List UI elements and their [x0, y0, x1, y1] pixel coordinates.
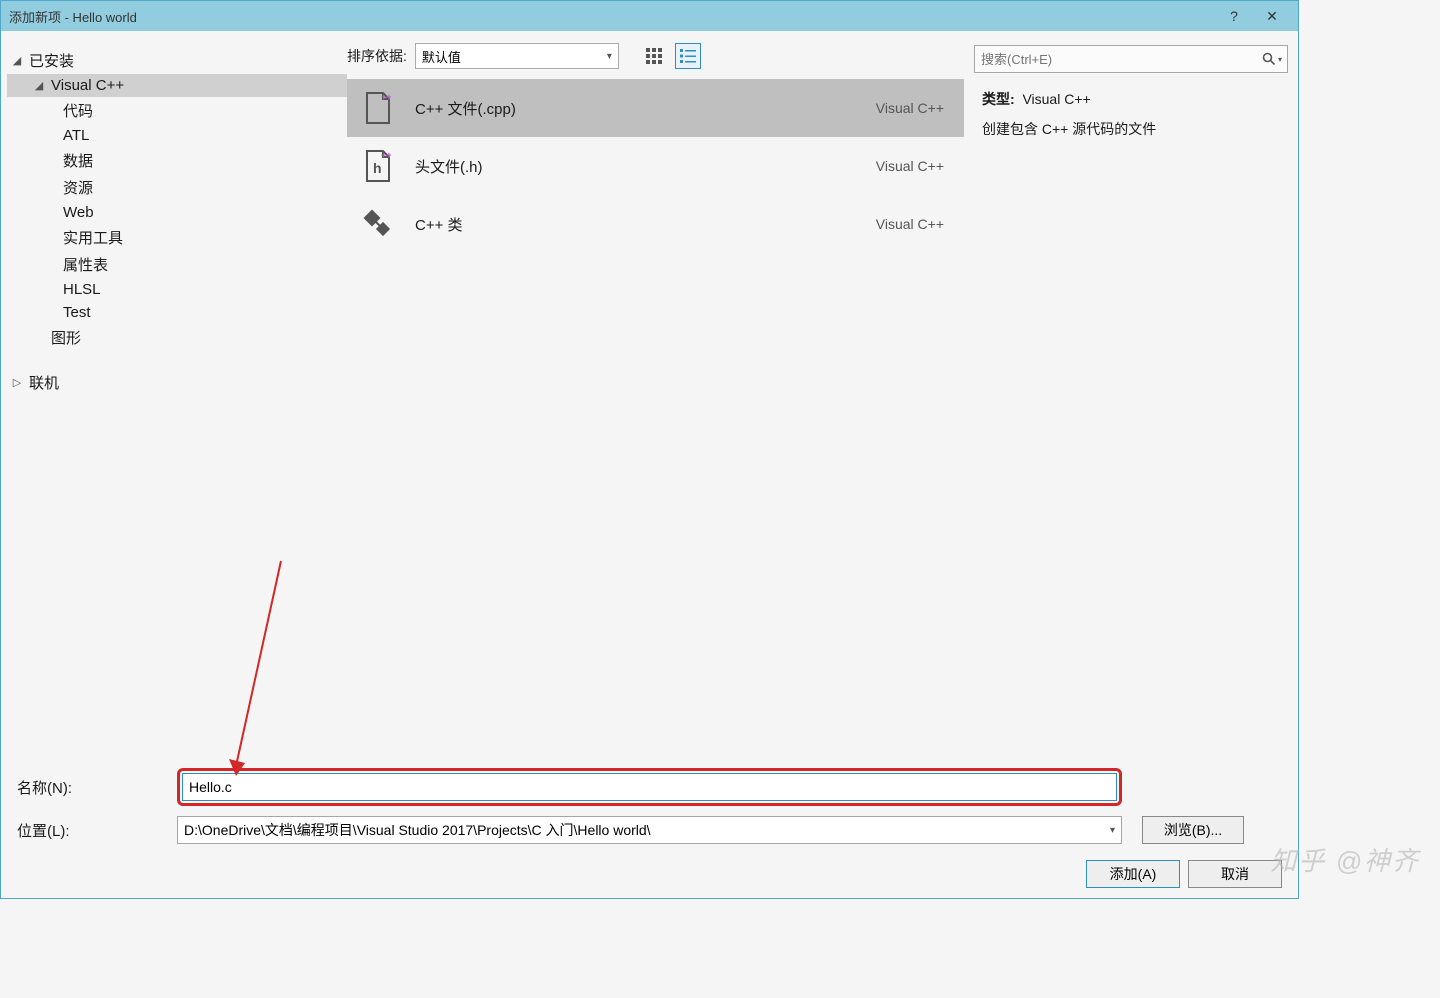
tree-label: 图形	[51, 327, 81, 348]
svg-text:++: ++	[381, 92, 392, 102]
add-button[interactable]: 添加(A)	[1086, 860, 1180, 888]
template-label: 头文件(.h)	[415, 156, 856, 177]
template-label: C++ 类	[415, 214, 856, 235]
search-input[interactable]	[981, 52, 1261, 67]
chevron-down-icon	[33, 79, 45, 92]
location-input[interactable]: D:\OneDrive\文档\编程项目\Visual Studio 2017\P…	[177, 816, 1122, 844]
close-button[interactable]: ✕	[1262, 8, 1282, 25]
tree-online[interactable]: 联机	[7, 369, 347, 396]
template-toolbar: 排序依据: 默认值 ▾	[347, 31, 964, 79]
cancel-button[interactable]: 取消	[1188, 860, 1282, 888]
window-title: 添加新项 - Hello world	[9, 7, 1224, 26]
svg-text:++: ++	[381, 150, 392, 160]
template-lang: Visual C++	[876, 158, 944, 174]
tree-utilities[interactable]: 实用工具	[7, 224, 347, 251]
tree-code[interactable]: 代码	[7, 97, 347, 124]
tree-graphics[interactable]: 图形	[7, 324, 347, 351]
cpp-file-icon: ++	[361, 91, 395, 125]
sort-by-label: 排序依据:	[347, 46, 407, 66]
location-row: 位置(L): D:\OneDrive\文档\编程项目\Visual Studio…	[17, 816, 1282, 844]
action-row: 添加(A) 取消	[17, 860, 1282, 888]
template-list: ++ C++ 文件(.cpp) Visual C++ h++ 头文件(.h) V…	[347, 79, 964, 253]
type-line: 类型: Visual C++	[974, 89, 1288, 109]
tree-atl[interactable]: ATL	[7, 124, 347, 147]
tree-label: 已安装	[29, 50, 74, 71]
template-header-file[interactable]: h++ 头文件(.h) Visual C++	[347, 137, 964, 195]
search-box[interactable]	[974, 45, 1288, 73]
large-icons-view-button[interactable]	[641, 43, 667, 69]
template-label: C++ 文件(.cpp)	[415, 98, 856, 119]
help-button[interactable]: ?	[1224, 8, 1244, 24]
chevron-down-icon: ▾	[607, 51, 612, 62]
template-lang: Visual C++	[876, 100, 944, 116]
tree-visual-cpp[interactable]: Visual C++	[7, 74, 347, 97]
tree-resource[interactable]: 资源	[7, 174, 347, 201]
name-highlight-box	[177, 768, 1122, 806]
tree-property-sheets[interactable]: 属性表	[7, 251, 347, 278]
browse-button[interactable]: 浏览(B)...	[1142, 816, 1244, 844]
template-lang: Visual C++	[876, 216, 944, 232]
dialog-footer: 名称(N): 位置(L): D:\OneDrive\文档\编程项目\Visual…	[1, 757, 1298, 898]
name-row: 名称(N):	[17, 768, 1282, 806]
sort-by-dropdown[interactable]: 默认值 ▾	[415, 43, 619, 69]
list-view-button[interactable]	[675, 43, 701, 69]
chevron-right-icon	[11, 376, 23, 389]
name-label: 名称(N):	[17, 777, 177, 798]
cpp-class-icon	[361, 207, 395, 241]
tree-installed[interactable]: 已安装	[7, 47, 347, 74]
tree-hlsl[interactable]: HLSL	[7, 278, 347, 301]
chevron-down-icon: ▾	[1110, 825, 1115, 836]
description-text: 创建包含 C++ 源代码的文件	[974, 119, 1288, 139]
location-label: 位置(L):	[17, 820, 177, 841]
svg-text:h: h	[373, 160, 382, 176]
tree-data[interactable]: 数据	[7, 147, 347, 174]
dialog-body: 已安装 Visual C++ 代码 ATL 数据 资源 Web 实用工具 属性表…	[1, 31, 1298, 757]
template-cpp-file[interactable]: ++ C++ 文件(.cpp) Visual C++	[347, 79, 964, 137]
category-sidebar: 已安装 Visual C++ 代码 ATL 数据 资源 Web 实用工具 属性表…	[1, 31, 347, 757]
name-input[interactable]	[182, 773, 1117, 801]
search-icon[interactable]	[1261, 48, 1283, 70]
tree-label: 联机	[29, 372, 59, 393]
tree-web[interactable]: Web	[7, 201, 347, 224]
tree-test[interactable]: Test	[7, 301, 347, 324]
template-panel: 排序依据: 默认值 ▾ ++ C++ 文件(.cpp)	[347, 31, 964, 757]
titlebar: 添加新项 - Hello world ? ✕	[1, 1, 1298, 31]
tree-label: Visual C++	[51, 77, 124, 94]
add-new-item-dialog: 添加新项 - Hello world ? ✕ 已安装 Visual C++ 代码…	[0, 0, 1299, 899]
description-panel: 类型: Visual C++ 创建包含 C++ 源代码的文件	[964, 31, 1298, 757]
header-file-icon: h++	[361, 149, 395, 183]
template-cpp-class[interactable]: C++ 类 Visual C++	[347, 195, 964, 253]
chevron-down-icon	[11, 54, 23, 67]
